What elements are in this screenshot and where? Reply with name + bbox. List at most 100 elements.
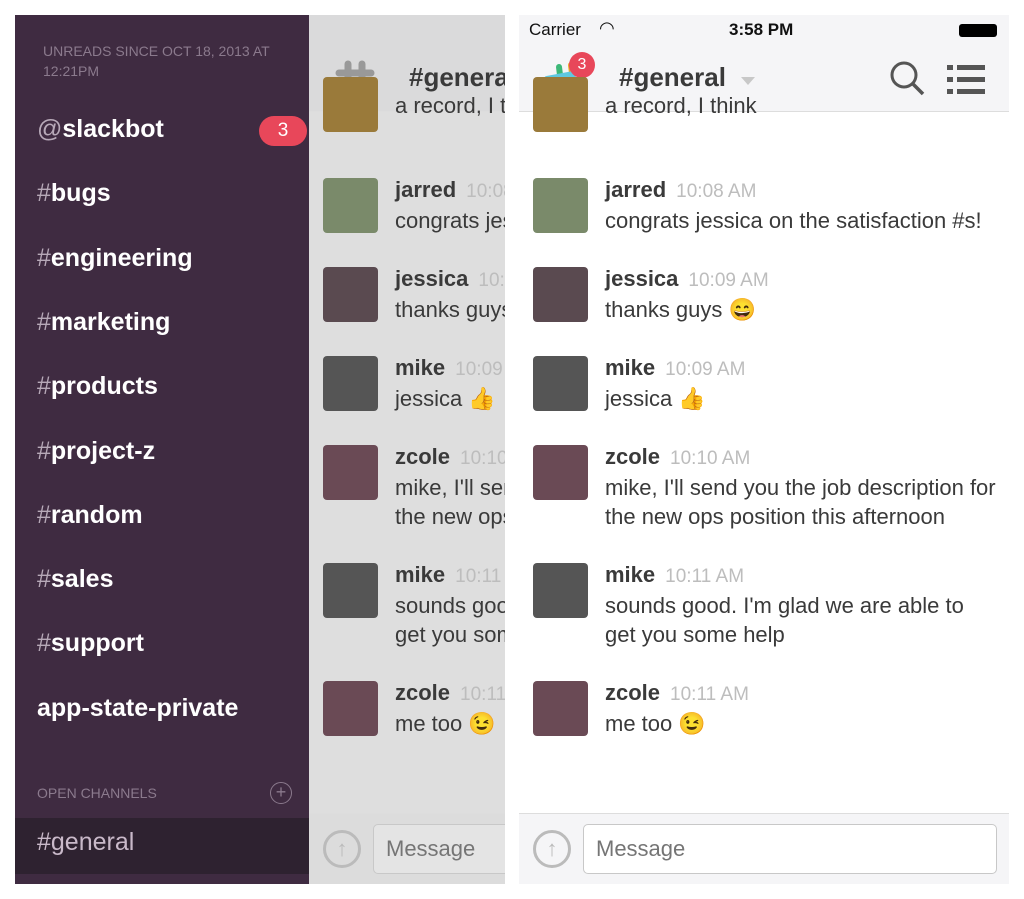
message-input[interactable] [373,824,505,874]
notification-badge: 3 [569,52,595,78]
unread-badge: 3 [259,116,307,146]
message-item: mike 10:09 AM jessica 👍 [519,352,1009,413]
message-input[interactable] [583,824,997,874]
message-timestamp: 10:09 AM [665,359,746,380]
channel-title[interactable]: #general [409,62,505,93]
message-text: congrats jessica on the satisfaction #s! [605,208,982,233]
channel-prefix: # [37,629,51,658]
channel-prefix: # [37,372,51,401]
channel-sidebar: Unreads since Oct 18, 2013 at 12:21PM @s… [15,15,309,884]
message-item: jessica 10:09 AM thanks guys 😄 [309,263,505,324]
message-item: mike 10:09 AM jessica 👍 [309,352,505,413]
channel-name: bugs [50,179,111,208]
channel-name: marketing [50,307,171,336]
message-text: jessica 👍 [605,386,706,411]
message-timestamp: 10:10 AM [670,448,751,469]
carrier-label: Carrier [529,20,581,39]
composer: ↑ [519,813,1009,884]
channel-prefix: # [37,179,51,208]
message-item: zcole 10:10 AM mike, I'll send you the job… [519,441,1009,531]
avatar[interactable] [323,267,378,322]
message-timestamp: 10:09 AM [688,270,769,291]
chat-panel-dimmed[interactable]: #general a record, I think jarred 10:08 AM… [309,15,505,884]
message-author[interactable]: zcole [395,680,450,705]
avatar[interactable] [323,178,378,233]
message-author[interactable]: jarred [605,177,666,202]
message-author[interactable]: jessica [605,266,678,291]
avatar[interactable] [533,356,588,411]
sidebar-item-app-state-private[interactable]: app-state-private [37,688,307,728]
upload-icon[interactable]: ↑ [323,830,361,868]
avatar[interactable] [533,77,588,132]
message-author[interactable]: zcole [605,680,660,705]
sidebar-item-general-active[interactable]: #general [15,818,309,874]
message-timestamp: 10:11 AM [665,566,745,587]
message-text: sounds good. I'm glad we are able to get… [605,593,964,647]
unreads-header: Unreads since Oct 18, 2013 at 12:21PM [43,43,270,79]
sidebar-item-marketing[interactable]: #marketing [37,302,307,342]
sidebar-item-slackbot[interactable]: @slackbot 3 [37,109,307,149]
status-bar: Carrier ◠ 3:58 PM [519,15,1009,45]
avatar[interactable] [323,681,378,736]
channel-title[interactable]: #general [619,62,726,93]
message-text: me too 😉 [605,711,706,736]
message-item: a record, I think [519,77,1009,146]
message-author[interactable]: mike [395,562,445,587]
message-timestamp: 10:08 AM [466,181,505,202]
upload-icon[interactable]: ↑ [533,830,571,868]
channel-prefix: # [37,500,51,529]
message-author[interactable]: jarred [395,177,456,202]
composer: ↑ [309,813,505,884]
message-item: a record, I think [309,77,505,146]
sidebar-item-engineering[interactable]: #engineering [37,238,307,278]
sidebar-item-bugs[interactable]: #bugs [37,173,307,213]
chevron-down-icon[interactable] [741,77,755,85]
message-text: mike, I'll send you the job description … [605,475,996,529]
avatar[interactable] [323,356,378,411]
channel-name: support [50,629,144,658]
avatar[interactable] [533,563,588,618]
avatar[interactable] [323,445,378,500]
message-timestamp: 10:10 AM [460,448,505,469]
message-text: jessica 👍 [395,386,496,411]
message-author[interactable]: mike [605,355,655,380]
channel-prefix: # [37,243,51,272]
sidebar-item-sales[interactable]: #sales [37,559,307,599]
avatar[interactable] [533,445,588,500]
battery-icon [959,24,997,37]
avatar[interactable] [323,563,378,618]
message-text: a record, I think [395,93,505,118]
message-item: zcole 10:11 AM me too 😉 [519,677,1009,738]
message-timestamp: 10:08 AM [676,181,757,202]
message-list: a record, I think jarred 10:08 AM congrats … [519,77,1009,766]
sidebar-item-project-z[interactable]: #project-z [37,431,307,471]
message-text: thanks guys 😄 [605,297,756,322]
message-item: jarred 10:08 AM congrats jessica on the sa… [519,174,1009,235]
avatar[interactable] [533,178,588,233]
channel-name: project-z [50,436,156,465]
avatar[interactable] [533,681,588,736]
avatar[interactable] [533,267,588,322]
left-phone-sidebar-open: Unreads since Oct 18, 2013 at 12:21PM @s… [15,15,505,884]
message-item: zcole 10:10 AM mike, I'll send you the job… [309,441,505,531]
message-text: mike, I'll send you the job description … [395,475,505,529]
message-author[interactable]: mike [395,355,445,380]
message-timestamp: 10:09 AM [478,270,505,291]
sidebar-item-random[interactable]: #random [37,495,307,535]
message-item: jessica 10:09 AM thanks guys 😄 [519,263,1009,324]
channel-prefix: # [37,565,51,594]
message-timestamp: 10:09 AM [455,359,505,380]
add-channel-icon[interactable]: + [270,782,292,804]
message-author[interactable]: zcole [605,444,660,469]
message-author[interactable]: zcole [395,444,450,469]
channel-prefix: # [37,436,51,465]
message-author[interactable]: mike [605,562,655,587]
sidebar-item-products[interactable]: #products [37,366,307,406]
avatar[interactable] [323,77,378,132]
message-text: congrats jessica on the satisfaction #s! [395,208,505,233]
message-author[interactable]: jessica [395,266,468,291]
channel-name: engineering [50,243,193,272]
message-text: sounds good. I'm glad we are able to get… [395,593,505,647]
sidebar-item-support[interactable]: #support [37,623,307,663]
message-text: a record, I think [605,93,757,118]
